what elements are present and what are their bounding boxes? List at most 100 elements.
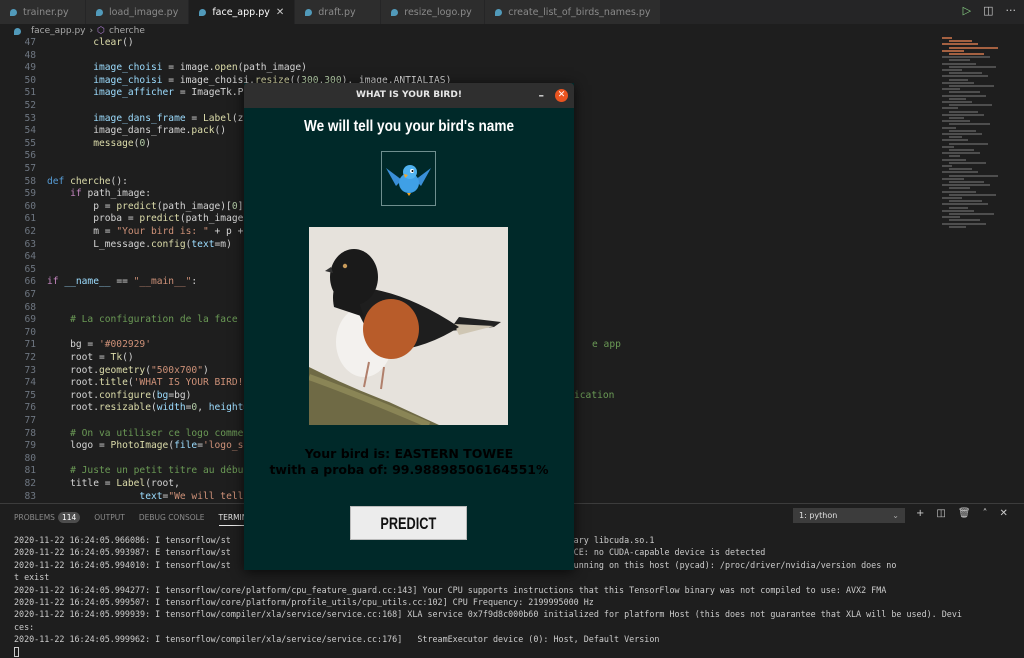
predict-label: PREDICT bbox=[380, 514, 437, 533]
minimize-button[interactable]: – bbox=[539, 83, 545, 108]
terminal-line: ces: bbox=[14, 621, 35, 632]
tab-face-app-py[interactable]: face_app.py ✕ bbox=[189, 0, 296, 24]
editor-tab-bar: trainer.py load_image.py face_app.py ✕ draft… bbox=[0, 0, 1024, 24]
minimap-line bbox=[942, 62, 976, 65]
breadcrumb: face_app.py › ⬡ cherche bbox=[14, 25, 145, 37]
close-panel-icon[interactable]: ✕ bbox=[1000, 508, 1008, 519]
code-token: image_dans_frame bbox=[93, 112, 186, 124]
result-probability: twith a proba of: 99.98898506164551% bbox=[269, 462, 549, 477]
code-token: predict bbox=[116, 200, 157, 212]
bird-app-window: WHAT IS YOUR BIRD! – ✕ We will tell you … bbox=[244, 83, 574, 570]
tab-create-list-of-birds-names-py[interactable]: create_list_of_birds_names.py bbox=[485, 0, 662, 24]
panel-tab-output[interactable]: OUTPUT bbox=[94, 513, 125, 522]
tab-load-image-py[interactable]: load_image.py bbox=[86, 0, 190, 24]
predict-button[interactable]: PREDICT bbox=[350, 506, 467, 540]
minimap-line bbox=[942, 88, 960, 91]
minimap-line bbox=[942, 222, 986, 225]
line-number: 67 bbox=[24, 289, 36, 300]
python-file-icon bbox=[10, 8, 17, 16]
code-line: root.resizable(width=0, height= bbox=[47, 402, 249, 415]
tab-trainer-py[interactable]: trainer.py bbox=[0, 0, 86, 24]
panel-tab-problems[interactable]: PROBLEMS 114 bbox=[14, 512, 81, 523]
terminal-select-value: 1: python bbox=[799, 511, 838, 520]
terminal-cursor bbox=[14, 647, 19, 658]
minimap-line bbox=[942, 107, 958, 110]
code-token: image_dans_frame. bbox=[93, 125, 192, 137]
panel-actions: + ◫ 🗑 ˄ ✕ bbox=[916, 508, 1008, 519]
line-number: 47 bbox=[24, 37, 36, 48]
line-number: 66 bbox=[24, 276, 36, 288]
line-number: 76 bbox=[24, 402, 36, 414]
split-terminal-icon[interactable]: ◫ bbox=[936, 508, 945, 519]
code-token: "We will tell bbox=[168, 490, 244, 502]
more-actions-icon[interactable]: ··· bbox=[1006, 4, 1017, 17]
split-editor-icon[interactable]: ◫ bbox=[983, 4, 993, 17]
minimap-line bbox=[942, 216, 960, 219]
line-number: 69 bbox=[24, 314, 36, 326]
panel-tab-debug-console[interactable]: DEBUG CONSOLE bbox=[139, 513, 205, 522]
line-number: 78 bbox=[24, 427, 36, 439]
run-icon[interactable]: ▷ bbox=[963, 4, 971, 17]
minimap-line bbox=[949, 136, 962, 139]
code-token: ] bbox=[237, 200, 244, 212]
code-line: # On va utiliser ce logo comme bbox=[47, 428, 243, 441]
code-token: file bbox=[174, 440, 198, 452]
trash-icon[interactable]: 🗑 bbox=[958, 508, 971, 519]
minimap-line bbox=[942, 43, 978, 46]
terminal-line: t exist bbox=[14, 572, 50, 583]
code-line: bg = '#002929' bbox=[47, 339, 151, 352]
minimap-line bbox=[942, 152, 980, 155]
minimap-line bbox=[949, 206, 968, 209]
line-number: 57 bbox=[24, 163, 36, 174]
editor-actions: ▷ ◫ ··· bbox=[963, 4, 1016, 17]
code-token: resizable bbox=[98, 402, 151, 414]
minimap-line bbox=[949, 149, 974, 151]
window-titlebar[interactable]: WHAT IS YOUR BIRD! – ✕ bbox=[244, 83, 574, 108]
maximize-panel-icon[interactable]: ˄ bbox=[983, 508, 988, 519]
python-file-icon bbox=[14, 27, 21, 35]
terminal-select[interactable]: 1: python ⌄ bbox=[793, 508, 905, 523]
code-token: __name__ bbox=[64, 276, 111, 288]
minimap[interactable] bbox=[938, 37, 1018, 237]
panel-tab-label: OUTPUT bbox=[94, 513, 125, 522]
tab-label: face_app.py bbox=[212, 6, 270, 18]
breadcrumb-symbol[interactable]: cherche bbox=[109, 26, 145, 36]
code-token: bg = bbox=[47, 339, 99, 351]
minimap-line bbox=[949, 78, 968, 81]
terminal-line: 2020-11-22 16:24:05.999962: I tensorflow… bbox=[14, 634, 660, 645]
minimap-line bbox=[949, 225, 966, 228]
code-token: Label bbox=[116, 478, 146, 489]
minimap-line bbox=[949, 142, 988, 145]
code-token: message bbox=[93, 137, 134, 149]
code-token: pack bbox=[191, 125, 215, 137]
code-line: image_choisi = image.open(path_image) bbox=[47, 62, 307, 75]
line-number: 48 bbox=[24, 49, 36, 61]
eastern-towhee-image bbox=[309, 227, 508, 425]
line-number: 72 bbox=[24, 352, 36, 363]
tab-resize-logo-py[interactable]: resize_logo.py bbox=[381, 0, 486, 24]
blue-bird-icon bbox=[386, 165, 431, 196]
window-title: WHAT IS YOUR BIRD! bbox=[356, 90, 462, 100]
terminal-prompt[interactable] bbox=[14, 646, 1014, 658]
close-tab-icon[interactable]: ✕ bbox=[276, 7, 284, 18]
new-terminal-icon[interactable]: + bbox=[916, 508, 924, 519]
tab-draft-py[interactable]: draft.py bbox=[295, 0, 382, 24]
minimap-line bbox=[949, 117, 964, 119]
problems-count-badge: 114 bbox=[57, 512, 81, 523]
code-token: width bbox=[156, 402, 186, 414]
code-token: == bbox=[110, 276, 134, 288]
minimap-line bbox=[942, 37, 952, 39]
minimap-line bbox=[942, 94, 986, 97]
minimap-line bbox=[942, 69, 962, 71]
breadcrumb-file[interactable]: face_app.py bbox=[31, 26, 86, 36]
code-token: (path_image) bbox=[237, 62, 307, 74]
code-fragment: e app bbox=[592, 339, 621, 351]
code-token: 'WHAT IS YOUR BIRD!' bbox=[133, 377, 250, 389]
minimap-line bbox=[942, 81, 974, 84]
close-button[interactable]: ✕ bbox=[555, 89, 568, 102]
